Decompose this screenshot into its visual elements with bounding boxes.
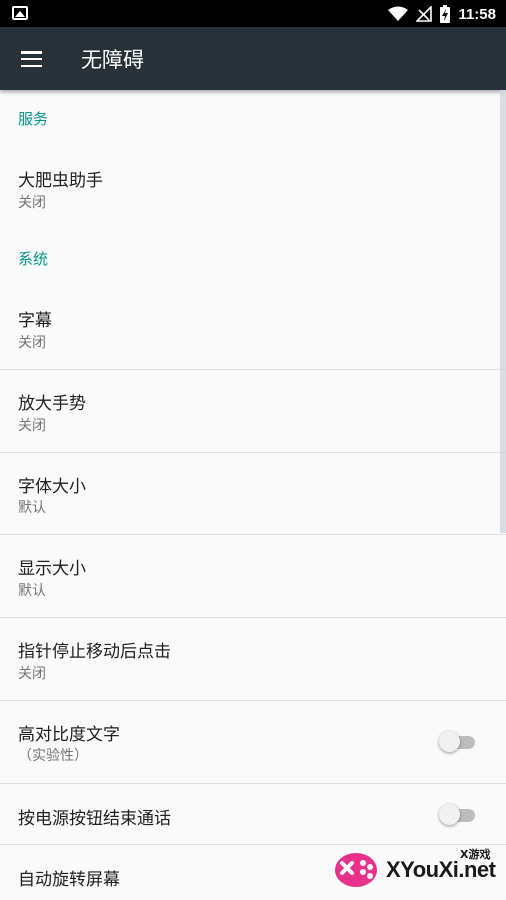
setting-item-power-button-ends-call[interactable]: 按电源按钮结束通话 <box>0 784 506 844</box>
setting-item-high-contrast-text[interactable]: 高对比度文字 （实验性） <box>0 701 506 783</box>
section-header-system: 系统 <box>18 250 49 268</box>
setting-title: 放大手势 <box>18 394 86 414</box>
wifi-icon <box>388 6 409 21</box>
setting-title: 字幕 <box>18 311 52 331</box>
setting-title: 高对比度文字 <box>18 725 120 745</box>
image-icon <box>12 6 28 20</box>
switch-thumb <box>439 804 460 825</box>
setting-title: 按电源按钮结束通话 <box>18 809 171 829</box>
page-title: 无障碍 <box>81 48 144 72</box>
watermark: X游戏 XYouXi.net <box>334 842 502 894</box>
setting-summary: 关闭 <box>18 666 46 682</box>
xyouxi-logo-icon <box>335 853 377 887</box>
setting-title: 自动旋转屏幕 <box>18 870 120 890</box>
settings-list[interactable]: 服务 大肥虫助手 关闭 系统 字幕 关闭 放大手势 关闭 字体大小 默认 显示大… <box>0 90 506 900</box>
setting-summary: 默认 <box>18 500 46 516</box>
menu-icon[interactable] <box>21 51 43 68</box>
setting-title: 字体大小 <box>18 477 86 497</box>
setting-summary: （实验性） <box>18 748 88 764</box>
setting-item-captions[interactable]: 字幕 关闭 <box>0 286 506 369</box>
setting-item-display-size[interactable]: 显示大小 默认 <box>0 535 506 617</box>
setting-item-click-after-pointer-stops[interactable]: 指针停止移动后点击 关闭 <box>0 618 506 700</box>
watermark-brand: XYouXi.net <box>386 857 496 882</box>
setting-summary: 关闭 <box>18 335 46 351</box>
setting-title: 大肥虫助手 <box>18 171 103 191</box>
status-icons: 11:58 <box>388 4 496 24</box>
setting-item-magnification-gestures[interactable]: 放大手势 关闭 <box>0 370 506 452</box>
battery-charging-icon <box>440 5 451 23</box>
setting-summary: 关闭 <box>18 418 46 434</box>
high-contrast-text-switch[interactable] <box>439 730 475 752</box>
setting-title: 指针停止移动后点击 <box>18 642 171 662</box>
status-bar: 11:58 <box>0 0 506 27</box>
setting-summary: 默认 <box>18 583 46 599</box>
section-header-services: 服务 <box>18 110 49 128</box>
no-signal-icon <box>416 6 433 22</box>
app-bar: 无障碍 <box>0 27 506 90</box>
switch-thumb <box>439 731 460 752</box>
setting-summary: 关闭 <box>18 195 46 211</box>
power-button-ends-call-switch[interactable] <box>439 803 475 825</box>
scrollbar[interactable] <box>500 90 506 533</box>
setting-title: 显示大小 <box>18 559 86 579</box>
status-time: 11:58 <box>458 5 496 23</box>
setting-item-dafeichong-assistant[interactable]: 大肥虫助手 关闭 <box>0 146 506 226</box>
setting-item-font-size[interactable]: 字体大小 默认 <box>0 453 506 534</box>
